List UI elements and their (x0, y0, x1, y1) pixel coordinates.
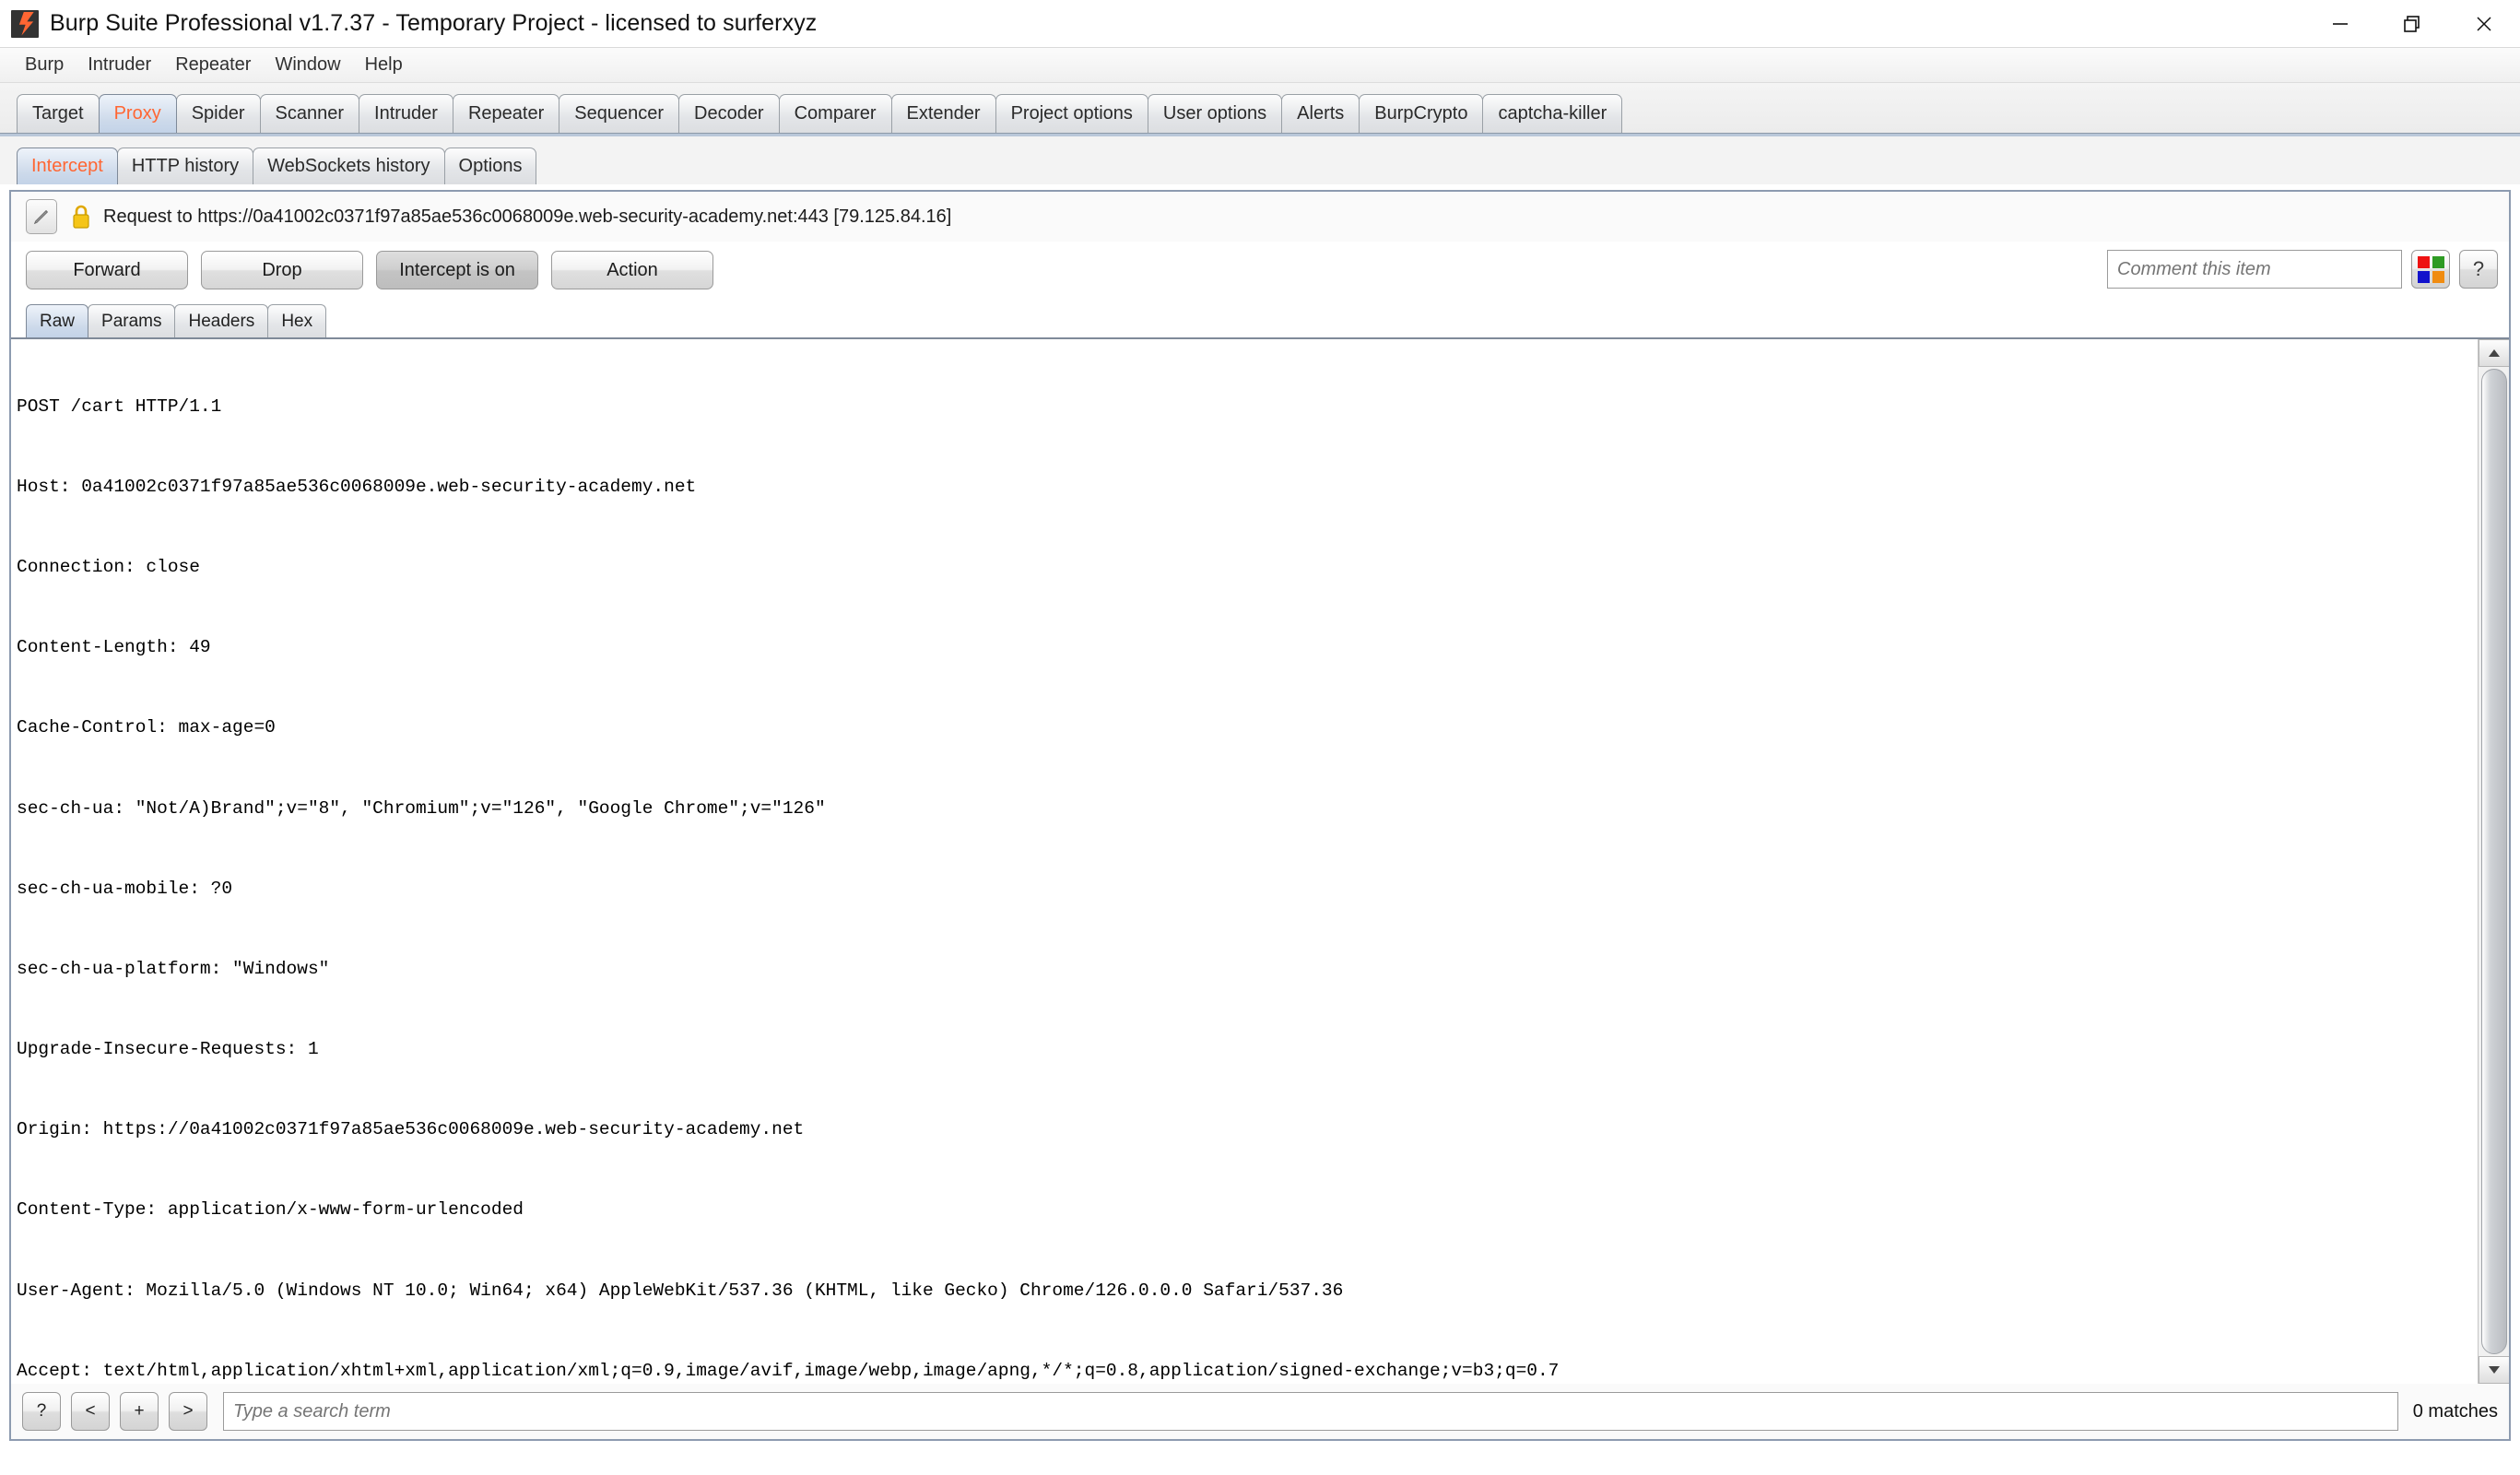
padlock-icon (70, 204, 92, 230)
highlight-color-button[interactable] (2411, 250, 2450, 289)
header-line: sec-ch-ua-platform: "Windows" (17, 958, 330, 979)
request-url-text: Request to https://0a41002c0371f97a85ae5… (103, 206, 952, 227)
tab-proxy[interactable]: Proxy (98, 94, 177, 133)
intercept-toggle-button[interactable]: Intercept is on (376, 251, 538, 289)
pencil-icon[interactable] (26, 199, 57, 234)
tab-comparer[interactable]: Comparer (778, 94, 892, 133)
scroll-down-arrow[interactable] (2478, 1356, 2509, 1384)
tab-extender[interactable]: Extender (890, 94, 996, 133)
comment-input[interactable] (2107, 250, 2402, 289)
scroll-up-arrow[interactable] (2478, 339, 2509, 367)
format-tab-hex[interactable]: Hex (267, 304, 327, 337)
tab-spider[interactable]: Spider (175, 94, 261, 133)
tab-captcha-killer[interactable]: captcha-killer (1482, 94, 1623, 133)
header-line: User-Agent: Mozilla/5.0 (Windows NT 10.0… (17, 1280, 1344, 1301)
subtab-intercept[interactable]: Intercept (17, 148, 118, 184)
restore-icon[interactable] (2376, 0, 2448, 48)
subtab-websockets-history[interactable]: WebSockets history (253, 148, 445, 184)
search-next-button[interactable]: > (169, 1392, 207, 1431)
tab-target[interactable]: Target (17, 94, 100, 133)
tab-user-options[interactable]: User options (1147, 94, 1283, 133)
action-button-row: Forward Drop Intercept is on Action ? (11, 242, 2509, 299)
subtab-http-history[interactable]: HTTP history (116, 148, 254, 184)
color-swatch-grid (2417, 255, 2444, 283)
burp-logo-icon (11, 9, 39, 38)
header-line: Connection: close (17, 556, 200, 577)
title-bar: Burp Suite Professional v1.7.37 - Tempor… (0, 0, 2520, 48)
header-line: Content-Type: application/x-www-form-url… (17, 1199, 524, 1221)
format-tab-strip: Raw Params Headers Hex (11, 299, 2509, 337)
swatch-orange (2432, 270, 2444, 283)
menu-item-repeater[interactable]: Repeater (163, 51, 263, 79)
header-line: Upgrade-Insecure-Requests: 1 (17, 1039, 319, 1060)
editor-search-bar: ? < + > 0 matches (11, 1384, 2509, 1439)
main-tab-strip: Target Proxy Spider Scanner Intruder Rep… (0, 83, 2520, 133)
close-icon[interactable] (2448, 0, 2520, 48)
menu-item-help[interactable]: Help (353, 51, 415, 79)
menu-item-intruder[interactable]: Intruder (76, 51, 163, 79)
intercept-panel: Request to https://0a41002c0371f97a85ae5… (9, 190, 2511, 1441)
tab-intruder[interactable]: Intruder (359, 94, 453, 133)
search-prev-button[interactable]: < (71, 1392, 110, 1431)
scrollbar-thumb[interactable] (2480, 369, 2507, 1354)
format-tab-raw[interactable]: Raw (26, 304, 89, 337)
swatch-blue (2417, 270, 2430, 283)
swatch-red (2417, 255, 2430, 268)
editor-scrollbar[interactable] (2478, 339, 2509, 1384)
proxy-sub-tab-strip: Intercept HTTP history WebSockets histor… (0, 136, 2520, 184)
tab-alerts[interactable]: Alerts (1281, 94, 1360, 133)
request-editor-wrap: POST /cart HTTP/1.1 Host: 0a41002c0371f9… (11, 337, 2509, 1384)
search-help-button[interactable]: ? (22, 1392, 61, 1431)
forward-button[interactable]: Forward (26, 251, 188, 289)
search-match-count: 0 matches (2412, 1400, 2498, 1422)
header-line: Host: 0a41002c0371f97a85ae536c0068009e.w… (17, 476, 697, 497)
header-line: Cache-Control: max-age=0 (17, 717, 276, 738)
format-tab-headers[interactable]: Headers (174, 304, 269, 337)
tab-sequencer[interactable]: Sequencer (559, 94, 679, 133)
drop-button[interactable]: Drop (201, 251, 363, 289)
tab-project-options[interactable]: Project options (995, 94, 1148, 133)
window-controls (2304, 0, 2520, 48)
request-info-bar: Request to https://0a41002c0371f97a85ae5… (11, 192, 2509, 242)
right-controls: ? (2107, 250, 2498, 289)
search-input[interactable] (223, 1392, 2398, 1431)
request-line: POST /cart HTTP/1.1 (17, 395, 222, 417)
tab-repeater[interactable]: Repeater (452, 94, 560, 133)
tab-decoder[interactable]: Decoder (678, 94, 780, 133)
tab-scanner[interactable]: Scanner (259, 94, 360, 133)
format-tab-params[interactable]: Params (88, 304, 176, 337)
help-button[interactable]: ? (2459, 250, 2498, 289)
tab-burpcrypto[interactable]: BurpCrypto (1359, 94, 1484, 133)
header-line: Accept: text/html,application/xhtml+xml,… (17, 1360, 1560, 1381)
menu-item-window[interactable]: Window (263, 51, 352, 79)
window-title: Burp Suite Professional v1.7.37 - Tempor… (50, 10, 818, 36)
menu-item-burp[interactable]: Burp (13, 51, 76, 79)
search-add-button[interactable]: + (120, 1392, 159, 1431)
header-line: sec-ch-ua: "Not/A)Brand";v="8", "Chromiu… (17, 797, 826, 819)
swatch-green (2432, 255, 2444, 268)
header-line: sec-ch-ua-mobile: ?0 (17, 878, 233, 899)
menu-bar: Burp Intruder Repeater Window Help (0, 48, 2520, 83)
request-editor[interactable]: POST /cart HTTP/1.1 Host: 0a41002c0371f9… (11, 339, 2478, 1384)
header-line: Origin: https://0a41002c0371f97a85ae536c… (17, 1119, 805, 1140)
action-button[interactable]: Action (551, 251, 713, 289)
minimize-icon[interactable] (2304, 0, 2376, 48)
subtab-options[interactable]: Options (443, 148, 537, 184)
header-line: Content-Length: 49 (17, 637, 211, 658)
